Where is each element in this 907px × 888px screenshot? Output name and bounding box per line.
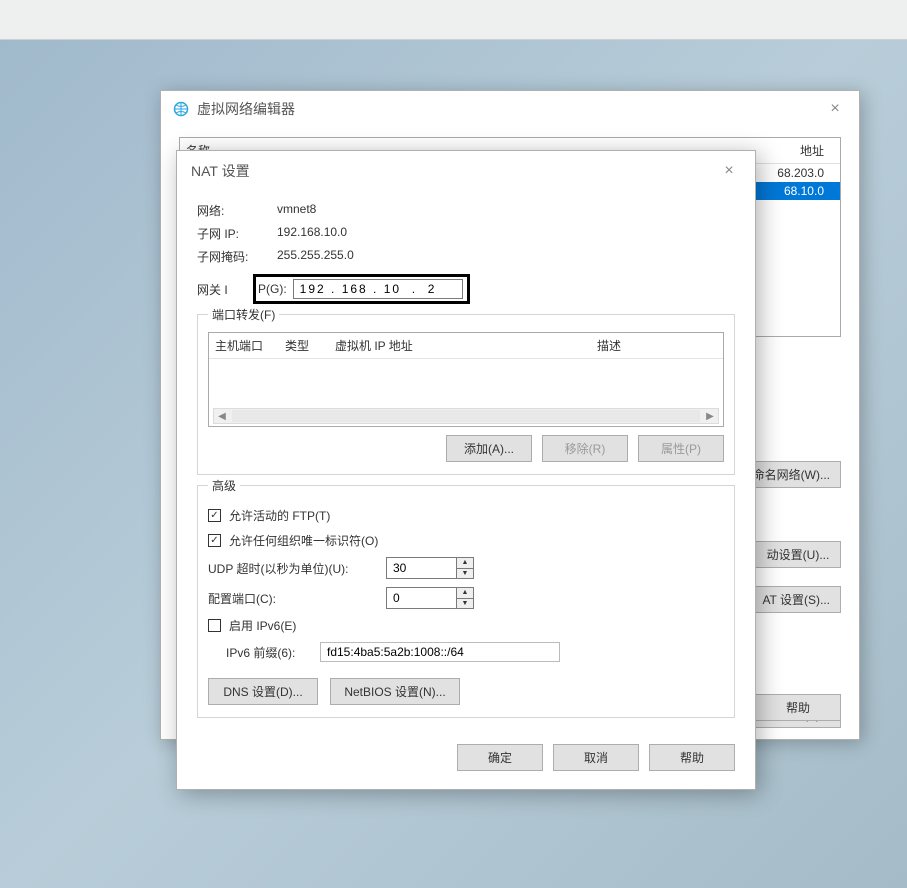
netbios-settings-button[interactable]: NetBIOS 设置(N)... <box>330 678 460 705</box>
nat-settings-dialog: NAT 设置 × 网络: vmnet8 子网 IP: 192.168.10.0 … <box>176 150 756 790</box>
side-buttons-1: 命名网络(W)... <box>742 461 841 488</box>
spin-down-icon[interactable]: ▼ <box>457 599 473 609</box>
enable-ipv6-label: 启用 IPv6(E) <box>229 617 296 634</box>
scroll-right-icon[interactable]: ▶ <box>702 411 718 422</box>
horizontal-scrollbar[interactable]: ◀ ▶ <box>213 408 719 424</box>
advanced-legend: 高级 <box>208 477 240 494</box>
parent-titlebar: 虚拟网络编辑器 × <box>161 91 859 127</box>
advanced-fieldset: 高级 ✓ 允许活动的 FTP(T) ✓ 允许任何组织唯一标识符(O) UDP 超… <box>197 485 735 718</box>
network-value: vmnet8 <box>277 202 316 219</box>
col-vm-ip: 虚拟机 IP 地址 <box>335 337 597 354</box>
port-forward-legend: 端口转发(F) <box>208 306 279 323</box>
udp-timeout-row: UDP 超时(以秒为单位)(U): ▲ ▼ <box>208 553 724 583</box>
udp-timeout-label: UDP 超时(以秒为单位)(U): <box>208 560 378 577</box>
allow-ftp-label: 允许活动的 FTP(T) <box>229 507 330 524</box>
scroll-left-icon[interactable]: ◀ <box>214 411 230 422</box>
cancel-button[interactable]: 取消 <box>553 744 639 771</box>
scroll-track[interactable] <box>232 410 700 422</box>
subnet-ip-label: 子网 IP: <box>197 225 267 242</box>
gateway-highlight: P(G): <box>253 274 470 304</box>
gateway-row: 网关 I P(G): <box>197 274 735 304</box>
col-type: 类型 <box>285 337 335 354</box>
port-forward-table: 主机端口 类型 虚拟机 IP 地址 描述 ◀ ▶ <box>208 332 724 427</box>
enable-ipv6-row: 启用 IPv6(E) <box>208 613 724 638</box>
config-port-label: 配置端口(C): <box>208 590 378 607</box>
auto-settings-button[interactable]: 动设置(U)... <box>755 541 841 568</box>
gateway-label-suffix: P(G): <box>258 282 287 296</box>
port-forward-fieldset: 端口转发(F) 主机端口 类型 虚拟机 IP 地址 描述 ◀ ▶ 添加( <box>197 314 735 475</box>
subnet-mask-label: 子网掩码: <box>197 248 267 265</box>
allow-ftp-checkbox[interactable]: ✓ <box>208 509 221 522</box>
gateway-label: 网关 I <box>197 281 247 298</box>
port-forward-header: 主机端口 类型 虚拟机 IP 地址 描述 <box>209 333 723 359</box>
side-buttons-3: AT 设置(S)... <box>751 586 841 613</box>
allow-ftp-row: ✓ 允许活动的 FTP(T) <box>208 503 724 528</box>
port-forward-scroll: ◀ ▶ <box>209 359 723 426</box>
rename-network-button[interactable]: 命名网络(W)... <box>742 461 841 488</box>
spin-up-icon[interactable]: ▲ <box>457 558 473 569</box>
allow-orgid-row: ✓ 允许任何组织唯一标识符(O) <box>208 528 724 553</box>
subnet-mask-row: 子网掩码: 255.255.255.0 <box>197 245 735 268</box>
app-top-strip <box>0 0 907 40</box>
dns-netbios-row: DNS 设置(D)... NetBIOS 设置(N)... <box>208 678 724 705</box>
remove-button[interactable]: 移除(R) <box>542 435 628 462</box>
add-button[interactable]: 添加(A)... <box>446 435 532 462</box>
parent-help-button[interactable]: 帮助 <box>755 694 841 721</box>
properties-button[interactable]: 属性(P) <box>638 435 724 462</box>
ok-button[interactable]: 确定 <box>457 744 543 771</box>
nat-title: NAT 设置 <box>191 161 717 181</box>
ipv6-prefix-row: IPv6 前缀(6): <box>208 638 724 666</box>
config-port-row: 配置端口(C): ▲ ▼ <box>208 583 724 613</box>
udp-timeout-input[interactable] <box>386 557 456 579</box>
dns-settings-button[interactable]: DNS 设置(D)... <box>208 678 318 705</box>
udp-timeout-spinbox[interactable]: ▲ ▼ <box>386 557 474 579</box>
nat-body: 网络: vmnet8 子网 IP: 192.168.10.0 子网掩码: 255… <box>177 191 755 730</box>
allow-orgid-label: 允许任何组织唯一标识符(O) <box>229 532 378 549</box>
help-button[interactable]: 帮助 <box>649 744 735 771</box>
close-icon[interactable]: × <box>717 162 741 180</box>
nat-settings-button[interactable]: AT 设置(S)... <box>751 586 841 613</box>
col-host-port: 主机端口 <box>215 337 285 354</box>
config-port-input[interactable] <box>386 587 456 609</box>
close-icon[interactable]: × <box>823 100 847 118</box>
ipv6-prefix-input[interactable] <box>320 642 560 662</box>
enable-ipv6-checkbox[interactable] <box>208 619 221 632</box>
subnet-ip-row: 子网 IP: 192.168.10.0 <box>197 222 735 245</box>
gateway-ip-input[interactable] <box>293 279 463 299</box>
col-desc: 描述 <box>597 337 717 354</box>
parent-title: 虚拟网络编辑器 <box>197 99 815 119</box>
allow-orgid-checkbox[interactable]: ✓ <box>208 534 221 547</box>
subnet-mask-value: 255.255.255.0 <box>277 248 354 265</box>
port-forward-buttons: 添加(A)... 移除(R) 属性(P) <box>208 435 724 462</box>
config-port-spinbox[interactable]: ▲ ▼ <box>386 587 474 609</box>
side-buttons-2: 动设置(U)... <box>755 541 841 568</box>
spin-up-icon[interactable]: ▲ <box>457 588 473 599</box>
ipv6-prefix-label: IPv6 前缀(6): <box>226 644 312 661</box>
globe-icon <box>173 101 189 117</box>
spin-down-icon[interactable]: ▼ <box>457 569 473 579</box>
network-row: 网络: vmnet8 <box>197 199 735 222</box>
nat-footer: 确定 取消 帮助 <box>177 730 755 789</box>
subnet-ip-value: 192.168.10.0 <box>277 225 347 242</box>
nat-titlebar: NAT 设置 × <box>177 151 755 191</box>
network-label: 网络: <box>197 202 267 219</box>
